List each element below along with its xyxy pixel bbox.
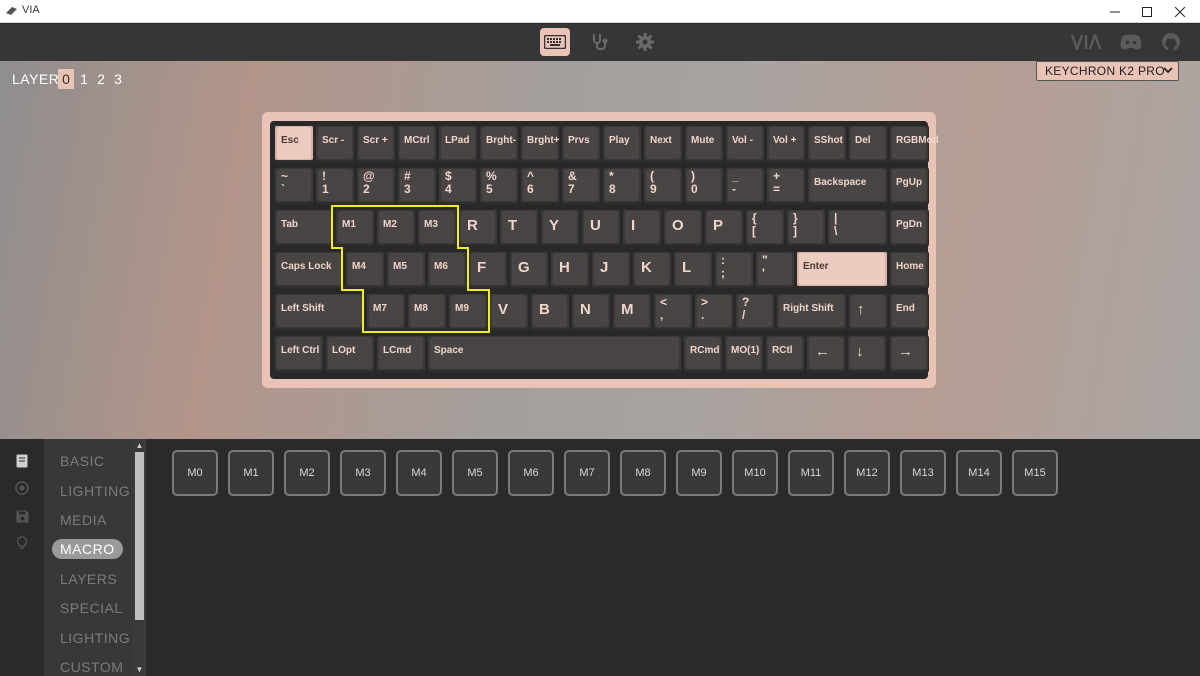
bottom-panel: BASIC LIGHTING MEDIA MACRO LAYERS SPECIAL LIGH… bbox=[0, 439, 1200, 676]
book-icon bbox=[16, 454, 28, 468]
configure-tab[interactable] bbox=[540, 28, 570, 56]
layer-3-button[interactable]: 3 bbox=[110, 69, 126, 89]
scroll-up-icon[interactable]: ▲ bbox=[133, 439, 146, 451]
scrollbar-thumb[interactable] bbox=[135, 452, 144, 620]
minimize-icon bbox=[1110, 11, 1120, 12]
macro-key-m11[interactable]: M11 bbox=[788, 450, 834, 496]
category-lighting-2[interactable]: LIGHTING bbox=[60, 630, 130, 646]
side-rail bbox=[0, 439, 44, 676]
test-tab[interactable] bbox=[585, 28, 615, 56]
category-custom[interactable]: CUSTOM bbox=[60, 659, 123, 675]
macro-key-m0[interactable]: M0 bbox=[172, 450, 218, 496]
category-macro[interactable]: MACRO bbox=[52, 539, 123, 559]
discord-icon bbox=[1120, 34, 1142, 50]
discord-link[interactable] bbox=[1118, 30, 1144, 54]
chevron-down-icon bbox=[1163, 67, 1173, 74]
via-brand-icon[interactable] bbox=[1070, 30, 1104, 54]
macro-key-m15[interactable]: M15 bbox=[1012, 450, 1058, 496]
macro-selection-outline bbox=[331, 205, 490, 333]
close-icon bbox=[1175, 6, 1185, 17]
category-scrollbar[interactable]: ▲ ▼ bbox=[133, 439, 146, 676]
macro-key-m12[interactable]: M12 bbox=[844, 450, 890, 496]
stethoscope-icon bbox=[593, 34, 608, 51]
keyboard-icon bbox=[544, 35, 566, 49]
layer-2-button[interactable]: 2 bbox=[93, 69, 109, 89]
keyboard-case: → ↓ ← RCtl MO(1) RCmd Space LCmd LOpt Left Ctrl En… bbox=[262, 112, 939, 388]
category-lighting[interactable]: LIGHTING bbox=[60, 483, 130, 499]
device-selector[interactable]: KEYCHRON K2 PRO bbox=[1036, 61, 1179, 81]
keyboard-plate: → ↓ ← RCtl MO(1) RCmd Space LCmd LOpt Left Ctrl En… bbox=[270, 121, 939, 379]
layer-0-button[interactable]: 0 bbox=[58, 69, 74, 89]
gear-icon bbox=[636, 33, 654, 51]
lighting-menu-button[interactable] bbox=[14, 480, 30, 496]
maximize-icon bbox=[1142, 6, 1152, 17]
category-basic[interactable]: BASIC bbox=[60, 453, 105, 469]
keyboard-area: LAYER 0 1 2 3 KEYCHRON K2 PRO → ↓ ← RCtl MO(… bbox=[0, 61, 1200, 439]
circle-dot-icon bbox=[15, 481, 29, 495]
macro-key-m8[interactable]: M8 bbox=[620, 450, 666, 496]
layer-1-button[interactable]: 1 bbox=[76, 69, 92, 89]
macro-key-m10[interactable]: M10 bbox=[732, 450, 778, 496]
via-wordmark-icon bbox=[1071, 34, 1102, 50]
macro-key-m13[interactable]: M13 bbox=[900, 450, 946, 496]
github-icon bbox=[1162, 33, 1180, 51]
macro-key-m2[interactable]: M2 bbox=[284, 450, 330, 496]
github-link[interactable] bbox=[1158, 30, 1184, 54]
macro-key-m3[interactable]: M3 bbox=[340, 450, 386, 496]
macro-key-m6[interactable]: M6 bbox=[508, 450, 554, 496]
maximize-button[interactable] bbox=[1130, 0, 1164, 23]
save-menu-button[interactable] bbox=[14, 508, 30, 524]
scroll-down-icon[interactable]: ▼ bbox=[133, 663, 146, 675]
macro-key-m4[interactable]: M4 bbox=[396, 450, 442, 496]
via-logo-icon bbox=[6, 7, 17, 15]
minimize-button[interactable] bbox=[1098, 0, 1132, 23]
category-layers[interactable]: LAYERS bbox=[60, 571, 117, 587]
macro-key-m9[interactable]: M9 bbox=[676, 450, 722, 496]
tips-menu-button[interactable] bbox=[14, 535, 30, 551]
macro-key-m14[interactable]: M14 bbox=[956, 450, 1002, 496]
top-toolbar bbox=[0, 24, 1200, 61]
title-bar: VIA bbox=[0, 0, 1200, 23]
lightbulb-icon bbox=[16, 536, 28, 549]
macro-key-m5[interactable]: M5 bbox=[452, 450, 498, 496]
save-icon bbox=[16, 510, 28, 522]
category-media[interactable]: MEDIA bbox=[60, 512, 107, 528]
layer-label: LAYER bbox=[12, 71, 60, 87]
keycode-category-list: BASIC LIGHTING MEDIA MACRO LAYERS SPECIAL LIGH… bbox=[44, 439, 146, 676]
device-name: KEYCHRON K2 PRO bbox=[1045, 64, 1165, 78]
keymap-menu-button[interactable] bbox=[14, 453, 30, 469]
settings-tab[interactable] bbox=[630, 28, 660, 56]
macro-key-m1[interactable]: M1 bbox=[228, 450, 274, 496]
close-button[interactable] bbox=[1163, 0, 1197, 23]
window-title: VIA bbox=[22, 4, 40, 16]
category-special[interactable]: SPECIAL bbox=[60, 600, 123, 616]
macro-key-m7[interactable]: M7 bbox=[564, 450, 610, 496]
